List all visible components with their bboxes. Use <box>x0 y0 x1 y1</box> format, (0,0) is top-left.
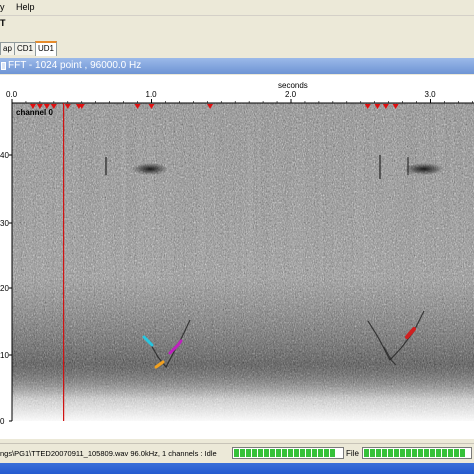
tonal-blob <box>132 163 168 175</box>
progress-segment <box>460 449 465 457</box>
progress-segment <box>388 449 393 457</box>
progress-segment <box>240 449 245 457</box>
menu-item-help[interactable]: Help <box>16 2 35 12</box>
progress-segment <box>324 449 329 457</box>
progress-segment <box>430 449 435 457</box>
progress-segment <box>406 449 411 457</box>
progress-segment <box>252 449 257 457</box>
progress-segment <box>424 449 429 457</box>
progress-segment <box>418 449 423 457</box>
toolbar-row: T <box>0 16 474 32</box>
progress-segment <box>306 449 311 457</box>
progress-segment <box>312 449 317 457</box>
y-tick-label: 40 <box>0 151 9 160</box>
progress-segment <box>454 449 459 457</box>
progress-segment <box>436 449 441 457</box>
toolbar-label: T <box>0 18 6 28</box>
progress-segment <box>382 449 387 457</box>
y-tick-label: 30 <box>0 219 9 228</box>
progress-segment <box>394 449 399 457</box>
x-tick-label: 1.0 <box>146 90 158 99</box>
progress-segment <box>264 449 269 457</box>
taskbar <box>0 463 474 474</box>
progress-segment <box>276 449 281 457</box>
progress-segment <box>376 449 381 457</box>
progress-segment <box>234 449 239 457</box>
file-label: File <box>346 449 359 458</box>
progress-segment <box>300 449 305 457</box>
menu-item-edit[interactable]: y <box>0 2 5 12</box>
spectrogram-plot[interactable] <box>12 103 474 421</box>
progress-segment <box>442 449 447 457</box>
progress-segment <box>258 449 263 457</box>
menu-bar: y Help <box>0 0 474 16</box>
x-axis-label: seconds <box>278 81 308 90</box>
y-tick-label: 0 <box>0 417 5 426</box>
tab-cd1[interactable]: CD1 <box>14 42 37 55</box>
progress-segment <box>246 449 251 457</box>
y-tick-label: 20 <box>0 284 9 293</box>
tab-map[interactable]: ap <box>0 42 15 55</box>
progress-segment <box>294 449 299 457</box>
x-tick-label: 0.0 <box>6 90 18 99</box>
progress-segment <box>318 449 323 457</box>
x-tick-label: 3.0 <box>425 90 437 99</box>
window-icon <box>1 62 6 70</box>
progress-segment <box>330 449 335 457</box>
status-text: ngs\PG1\TTED20070911_105809.wav 96.0kHz,… <box>0 449 217 458</box>
spectrogram-panel: seconds 0.0 1.0 2.0 3.0 40 30 20 10 0 channel 0 <box>0 75 474 439</box>
progress-bar-left <box>232 447 344 459</box>
tab-ud1[interactable]: UD1 <box>35 41 58 56</box>
progress-segment <box>370 449 375 457</box>
progress-segment <box>364 449 369 457</box>
spectrogram-svg[interactable]: seconds 0.0 1.0 2.0 3.0 40 30 20 10 0 channel 0 <box>0 75 474 439</box>
channel-label: channel 0 <box>16 108 53 117</box>
progress-segment <box>282 449 287 457</box>
tab-strip: ap CD1 UD1 <box>0 40 474 56</box>
progress-bar-file <box>362 447 472 459</box>
progress-segment <box>448 449 453 457</box>
progress-segment <box>288 449 293 457</box>
spectrogram-title-bar[interactable]: FFT - 1024 point , 96000.0 Hz <box>0 58 474 74</box>
y-tick-label: 10 <box>0 351 9 360</box>
progress-segment <box>400 449 405 457</box>
x-tick-label: 2.0 <box>285 90 297 99</box>
spectrogram-title: FFT - 1024 point , 96000.0 Hz <box>8 60 142 71</box>
tonal-blob <box>404 163 444 175</box>
progress-segment <box>270 449 275 457</box>
progress-segment <box>412 449 417 457</box>
status-bar: ngs\PG1\TTED20070911_105809.wav 96.0kHz,… <box>0 443 474 463</box>
